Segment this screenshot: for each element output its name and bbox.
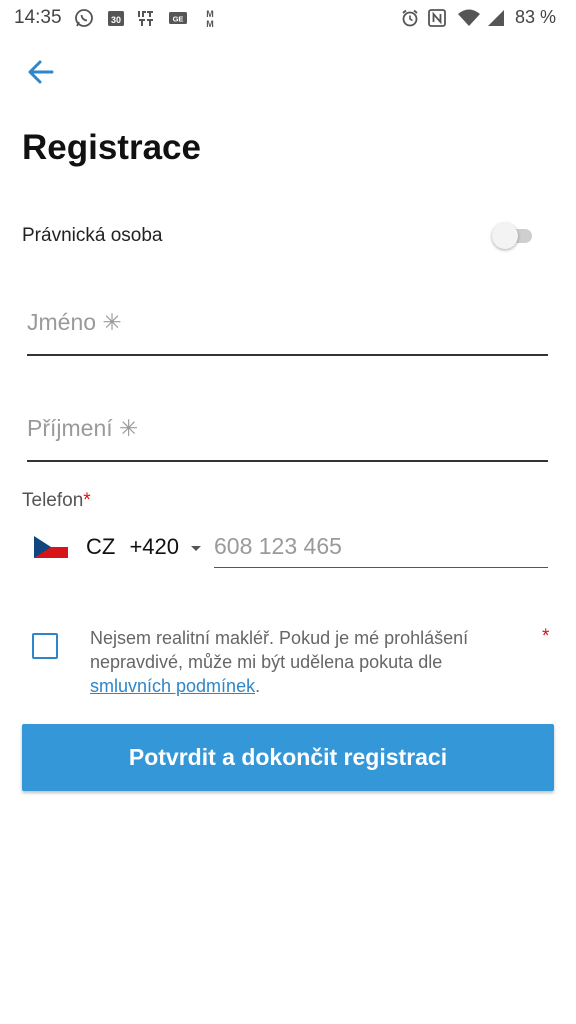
status-bar: 14:35 30 GE M M 83 % [0,0,576,36]
required-asterisk: * [542,626,550,647]
legal-entity-toggle[interactable] [492,222,540,250]
first-name-field-container [27,296,548,356]
terms-link[interactable]: smluvních podmínek [90,676,255,696]
phone-input[interactable] [214,528,548,564]
first-name-input[interactable] [27,296,548,348]
phone-field-container [214,528,548,568]
not-agent-declaration: Nejsem realitní makléř. Pokud je mé proh… [90,626,520,698]
toggle-thumb [492,223,518,249]
last-name-input[interactable] [27,402,548,454]
last-name-underline [27,460,548,462]
mm-app-icon: M M [206,9,214,28]
svg-text:M: M [206,19,214,28]
svg-text:M: M [206,9,214,19]
dial-code: +420 [129,534,180,559]
calendar-30-icon: 30 [108,11,124,26]
svg-text:30: 30 [111,15,121,25]
back-button[interactable] [22,52,62,92]
country-code-select[interactable]: CZ +420 [86,534,202,564]
wifi-icon [458,9,480,26]
phone-underline [214,567,548,568]
submit-registration-button[interactable]: Potvrdit a dokončit registraci [22,724,554,791]
declaration-text: Nejsem realitní makléř. Pokud je mé proh… [90,628,469,672]
required-asterisk: * [83,490,91,511]
phone-label-text: Telefon [22,490,84,511]
whatsapp-icon [75,9,93,27]
declaration-suffix: . [255,676,261,696]
alarm-icon [402,9,418,27]
first-name-underline [27,354,548,356]
arrow-left-icon [28,60,54,84]
czech-flag-icon [34,536,68,558]
not-agent-checkbox[interactable] [32,633,58,659]
country-code: CZ [86,534,116,559]
page-title: Registrace [22,128,201,167]
last-name-field-container [27,402,548,462]
nfc-icon [428,9,446,27]
phone-label: Telefon* [22,490,91,512]
dropdown-caret-icon [191,545,202,551]
battery-percentage: 83 % [514,7,556,27]
status-time: 14:35 [14,7,62,28]
cell-signal-icon [488,10,504,26]
ifttt-icon [138,11,153,26]
legal-entity-label: Právnická osoba [22,225,163,246]
gmail-icon: GE [169,12,187,24]
svg-text:GE: GE [173,15,184,24]
